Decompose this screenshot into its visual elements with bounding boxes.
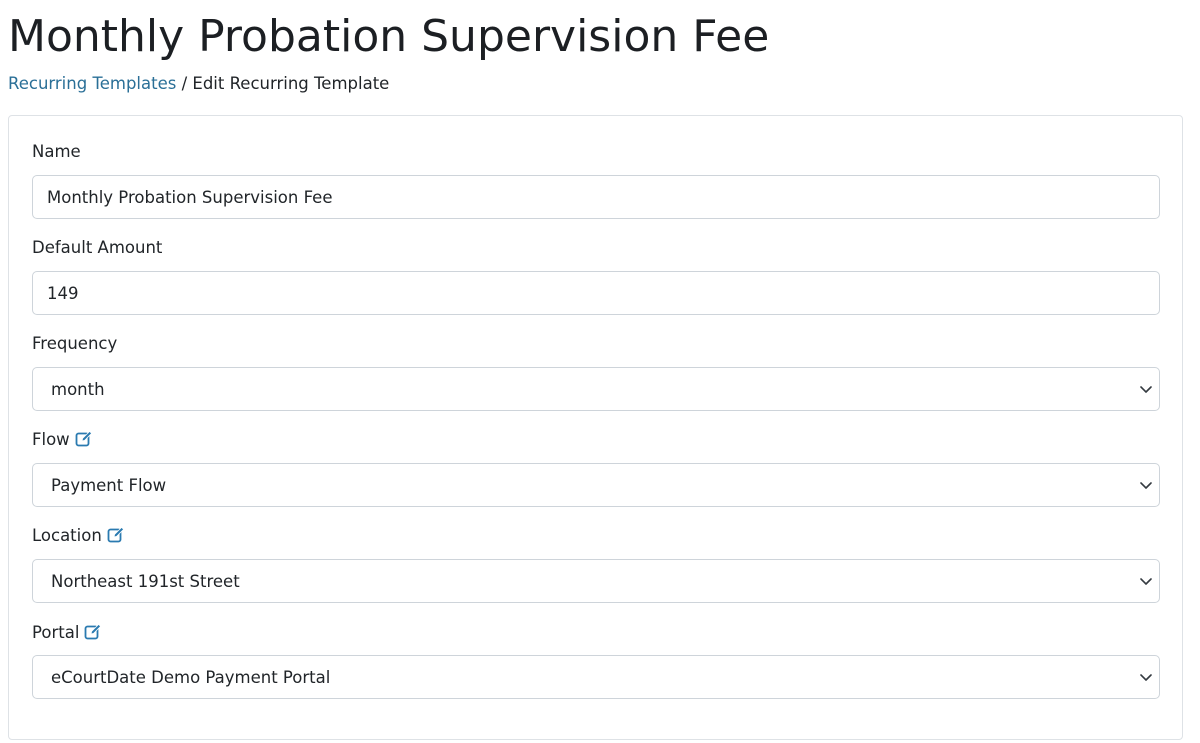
frequency-select[interactable]: month: [32, 367, 1160, 411]
portal-label-text: Portal: [32, 623, 80, 642]
name-label-text: Name: [32, 142, 81, 161]
page-title: Monthly Probation Supervision Fee: [8, 11, 770, 62]
flow-select[interactable]: Payment Flow: [32, 463, 1160, 507]
frequency-label: Frequency: [32, 332, 117, 356]
default-amount-label-text: Default Amount: [32, 238, 163, 257]
frequency-label-text: Frequency: [32, 334, 118, 353]
breadcrumb-separator: /: [182, 74, 193, 93]
breadcrumb: Recurring Templates / Edit Recurring Tem…: [8, 72, 389, 96]
portal-select[interactable]: eCourtDate Demo Payment Portal: [32, 655, 1160, 699]
default-amount-label: Default Amount: [32, 236, 162, 260]
location-label-text: Location: [32, 526, 102, 545]
name-label: Name: [32, 140, 81, 164]
flow-label: Flow: [32, 428, 93, 452]
name-input-value: Monthly Probation Supervision Fee: [47, 187, 333, 207]
location-label: Location: [32, 524, 125, 548]
flow-select-value: Payment Flow: [51, 475, 167, 495]
location-edit-icon[interactable]: [107, 526, 125, 544]
portal-select-value: eCourtDate Demo Payment Portal: [51, 667, 331, 687]
default-amount-input[interactable]: 149: [32, 271, 1160, 315]
breadcrumb-separator-text: /: [181, 74, 188, 93]
page: Monthly Probation Supervision Fee Recurr…: [0, 0, 1200, 743]
default-amount-input-value: 149: [47, 283, 79, 303]
name-input[interactable]: Monthly Probation Supervision Fee: [32, 175, 1160, 219]
breadcrumb-link-recurring-templates[interactable]: Recurring Templates: [8, 74, 176, 93]
chevron-down-icon: [1140, 482, 1152, 489]
form-card: Name Monthly Probation Supervision Fee D…: [8, 115, 1183, 740]
flow-edit-icon[interactable]: [75, 430, 93, 448]
chevron-down-icon: [1140, 386, 1152, 393]
portal-edit-icon[interactable]: [84, 623, 102, 641]
location-select-value: Northeast 191st Street: [51, 571, 240, 591]
location-select[interactable]: Northeast 191st Street: [32, 559, 1160, 603]
chevron-down-icon: [1140, 674, 1152, 681]
breadcrumb-current: Edit Recurring Template: [192, 74, 390, 93]
frequency-select-value: month: [51, 379, 105, 399]
portal-label: Portal: [32, 621, 102, 645]
flow-label-text: Flow: [32, 430, 70, 449]
chevron-down-icon: [1140, 578, 1152, 585]
